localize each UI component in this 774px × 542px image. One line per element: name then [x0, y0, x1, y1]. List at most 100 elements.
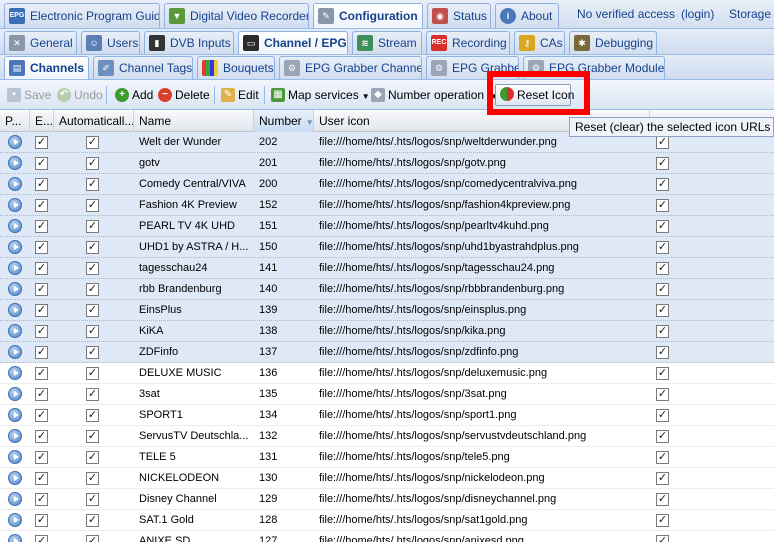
play-icon[interactable] [8, 408, 22, 422]
table-row[interactable]: ✓ ✓ ZDFinfo 137 file:///home/hts/.hts/logos/… [0, 342, 774, 363]
tab-about[interactable]: i About [495, 3, 559, 28]
add-button[interactable]: + Add [115, 85, 153, 105]
automatic-checkbox[interactable]: ✓ [86, 430, 99, 443]
enabled-checkbox[interactable]: ✓ [35, 472, 48, 485]
extra-checkbox[interactable]: ✓ [656, 430, 669, 443]
tab-epg-grabber[interactable]: ⚙ EPG Grabber [426, 56, 519, 79]
enabled-checkbox[interactable]: ✓ [35, 241, 48, 254]
table-row[interactable]: ✓ ✓ PEARL TV 4K UHD 151 file:///home/hts/.ht… [0, 216, 774, 237]
extra-checkbox[interactable]: ✓ [656, 514, 669, 527]
extra-checkbox[interactable]: ✓ [656, 178, 669, 191]
extra-checkbox[interactable]: ✓ [656, 220, 669, 233]
extra-checkbox[interactable]: ✓ [656, 346, 669, 359]
table-row[interactable]: ✓ ✓ 3sat 135 file:///home/hts/.hts/logos/snp… [0, 384, 774, 405]
tab-channel-epg[interactable]: ▭ Channel / EPG [238, 31, 348, 54]
automatic-checkbox[interactable]: ✓ [86, 493, 99, 506]
table-row[interactable]: ✓ ✓ EinsPlus 139 file:///home/hts/.hts/logos… [0, 300, 774, 321]
tab-general[interactable]: ✕ General [4, 31, 77, 54]
enabled-checkbox[interactable]: ✓ [35, 220, 48, 233]
extra-checkbox[interactable]: ✓ [656, 493, 669, 506]
enabled-checkbox[interactable]: ✓ [35, 178, 48, 191]
play-icon[interactable] [8, 219, 22, 233]
column-header-enabled[interactable]: E... [30, 110, 54, 132]
enabled-checkbox[interactable]: ✓ [35, 493, 48, 506]
extra-checkbox[interactable]: ✓ [656, 325, 669, 338]
enabled-checkbox[interactable]: ✓ [35, 535, 48, 542]
play-icon[interactable] [8, 513, 22, 527]
enabled-checkbox[interactable]: ✓ [35, 157, 48, 170]
automatic-checkbox[interactable]: ✓ [86, 157, 99, 170]
enabled-checkbox[interactable]: ✓ [35, 199, 48, 212]
column-header-play[interactable]: P... [0, 110, 30, 132]
undo-button[interactable]: ↶ Undo [57, 85, 103, 105]
tab-dvb-inputs[interactable]: ▮ DVB Inputs [144, 31, 234, 54]
extra-checkbox[interactable]: ✓ [656, 199, 669, 212]
table-row[interactable]: ✓ ✓ Fashion 4K Preview 152 file:///home/hts/… [0, 195, 774, 216]
tab-cas[interactable]: ⚷ CAs [514, 31, 565, 54]
automatic-checkbox[interactable]: ✓ [86, 283, 99, 296]
tab-digital-video-recorder[interactable]: ▼ Digital Video Recorder [164, 3, 309, 28]
extra-checkbox[interactable]: ✓ [656, 241, 669, 254]
play-icon[interactable] [8, 156, 22, 170]
save-button[interactable]: ▪ Save [7, 85, 51, 105]
enabled-checkbox[interactable]: ✓ [35, 346, 48, 359]
automatic-checkbox[interactable]: ✓ [86, 136, 99, 149]
number-operations-button[interactable]: ◆Number operation▼ [371, 85, 498, 105]
enabled-checkbox[interactable]: ✓ [35, 304, 48, 317]
table-row[interactable]: ✓ ✓ SAT.1 Gold 128 file:///home/hts/.hts/log… [0, 510, 774, 531]
table-row[interactable]: ✓ ✓ UHD1 by ASTRA / H... 150 file:///home/ht… [0, 237, 774, 258]
table-row[interactable]: ✓ ✓ SPORT1 134 file:///home/hts/.hts/logos/s… [0, 405, 774, 426]
tab-stream[interactable]: ≋ Stream [352, 31, 422, 54]
automatic-checkbox[interactable]: ✓ [86, 451, 99, 464]
automatic-checkbox[interactable]: ✓ [86, 220, 99, 233]
column-header-number[interactable]: Number ▼ [254, 110, 314, 132]
tab-channels[interactable]: ▤ Channels [4, 56, 89, 79]
tab-debugging[interactable]: ✱ Debugging [569, 31, 657, 54]
enabled-checkbox[interactable]: ✓ [35, 325, 48, 338]
enabled-checkbox[interactable]: ✓ [35, 136, 48, 149]
extra-checkbox[interactable]: ✓ [656, 388, 669, 401]
extra-checkbox[interactable]: ✓ [656, 157, 669, 170]
automatic-checkbox[interactable]: ✓ [86, 367, 99, 380]
table-row[interactable]: ✓ ✓ Disney Channel 129 file:///home/hts/.hts… [0, 489, 774, 510]
map-services-button[interactable]: ▦ Map services ▼ [271, 85, 370, 105]
extra-checkbox[interactable]: ✓ [656, 535, 669, 542]
play-icon[interactable] [8, 240, 22, 254]
table-row[interactable]: ✓ ✓ Comedy Central/VIVA 200 file:///home/hts… [0, 174, 774, 195]
play-icon[interactable] [8, 282, 22, 296]
login-link[interactable]: (login) [681, 0, 714, 28]
enabled-checkbox[interactable]: ✓ [35, 262, 48, 275]
enabled-checkbox[interactable]: ✓ [35, 367, 48, 380]
extra-checkbox[interactable]: ✓ [656, 304, 669, 317]
play-icon[interactable] [8, 429, 22, 443]
play-icon[interactable] [8, 534, 22, 542]
play-icon[interactable] [8, 135, 22, 149]
play-icon[interactable] [8, 345, 22, 359]
table-row[interactable]: ✓ ✓ rbb Brandenburg 140 file:///home/hts/.ht… [0, 279, 774, 300]
table-row[interactable]: ✓ ✓ ANIXE SD 127 file:///home/hts/.hts/logos… [0, 531, 774, 542]
table-row[interactable]: ✓ ✓ NICKELODEON 130 file:///home/hts/.hts/lo… [0, 468, 774, 489]
enabled-checkbox[interactable]: ✓ [35, 451, 48, 464]
tab-electronic-program-guide[interactable]: EPG Electronic Program Guide [4, 3, 160, 28]
edit-button[interactable]: ✎ Edit [221, 85, 259, 105]
table-row[interactable]: ✓ ✓ tagesschau24 141 file:///home/hts/.hts/l… [0, 258, 774, 279]
table-row[interactable]: ✓ ✓ DELUXE MUSIC 136 file:///home/hts/.hts/l… [0, 363, 774, 384]
extra-checkbox[interactable]: ✓ [656, 472, 669, 485]
tab-users[interactable]: ☺ Users [81, 31, 140, 54]
extra-checkbox[interactable]: ✓ [656, 283, 669, 296]
tab-status[interactable]: ◉ Status [427, 3, 491, 28]
automatic-checkbox[interactable]: ✓ [86, 472, 99, 485]
play-icon[interactable] [8, 177, 22, 191]
play-icon[interactable] [8, 492, 22, 506]
play-icon[interactable] [8, 387, 22, 401]
tab-recording[interactable]: REC Recording [426, 31, 510, 54]
automatic-checkbox[interactable]: ✓ [86, 388, 99, 401]
column-header-automatic[interactable]: Automaticall... [54, 110, 134, 132]
enabled-checkbox[interactable]: ✓ [35, 283, 48, 296]
table-row[interactable]: ✓ ✓ KiKA 138 file:///home/hts/.hts/logos/snp… [0, 321, 774, 342]
tab-configuration[interactable]: ✎ Configuration [313, 3, 423, 28]
table-row[interactable]: ✓ ✓ gotv 201 file:///home/hts/.hts/logos/snp… [0, 153, 774, 174]
enabled-checkbox[interactable]: ✓ [35, 430, 48, 443]
extra-checkbox[interactable]: ✓ [656, 262, 669, 275]
extra-checkbox[interactable]: ✓ [656, 367, 669, 380]
